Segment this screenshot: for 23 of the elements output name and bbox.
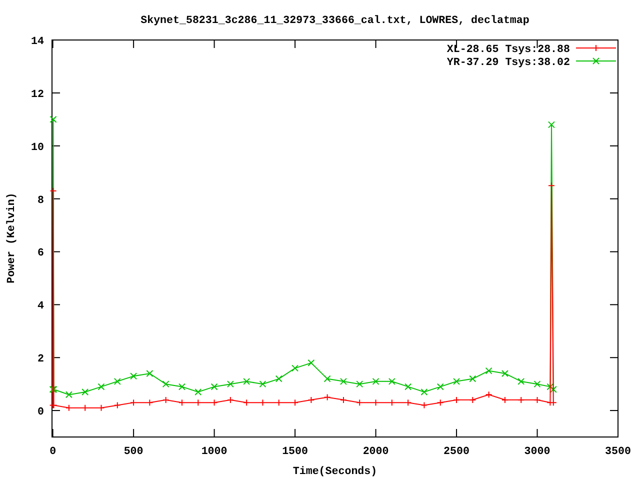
- tick-label: 10: [31, 142, 44, 154]
- legend-label: YR-37.29 Tsys:38.02: [446, 57, 570, 69]
- legend-swatch: [576, 44, 616, 52]
- axis-title: Time(Seconds): [292, 466, 378, 478]
- chart-title: Skynet_58231_3c286_11_32973_33666_cal.txt, LOWRES, declatmap: [140, 15, 530, 27]
- tick-label: 2: [38, 354, 44, 366]
- tick-label: 500: [124, 446, 144, 458]
- tick-label: 0: [38, 406, 44, 419]
- legend-swatch: [576, 58, 616, 64]
- tick-label: 14: [31, 36, 44, 48]
- tick-label: 4: [38, 300, 44, 313]
- tick-label: 3500: [605, 446, 631, 458]
- tick-label: 1500: [282, 446, 308, 458]
- axis-title: Power (Kelvin): [6, 192, 18, 284]
- tick-label: 6: [38, 248, 44, 260]
- legend-label: XL-28.65 Tsys:28.88: [446, 44, 570, 56]
- tick-label: 2000: [362, 446, 389, 458]
- tick-label: 12: [31, 88, 44, 101]
- tick-label: 0: [50, 446, 56, 458]
- tick-label: 3000: [524, 446, 550, 458]
- tick-label: 1000: [201, 446, 228, 458]
- tick-label: 2500: [444, 446, 470, 458]
- tick-label: 8: [38, 194, 44, 207]
